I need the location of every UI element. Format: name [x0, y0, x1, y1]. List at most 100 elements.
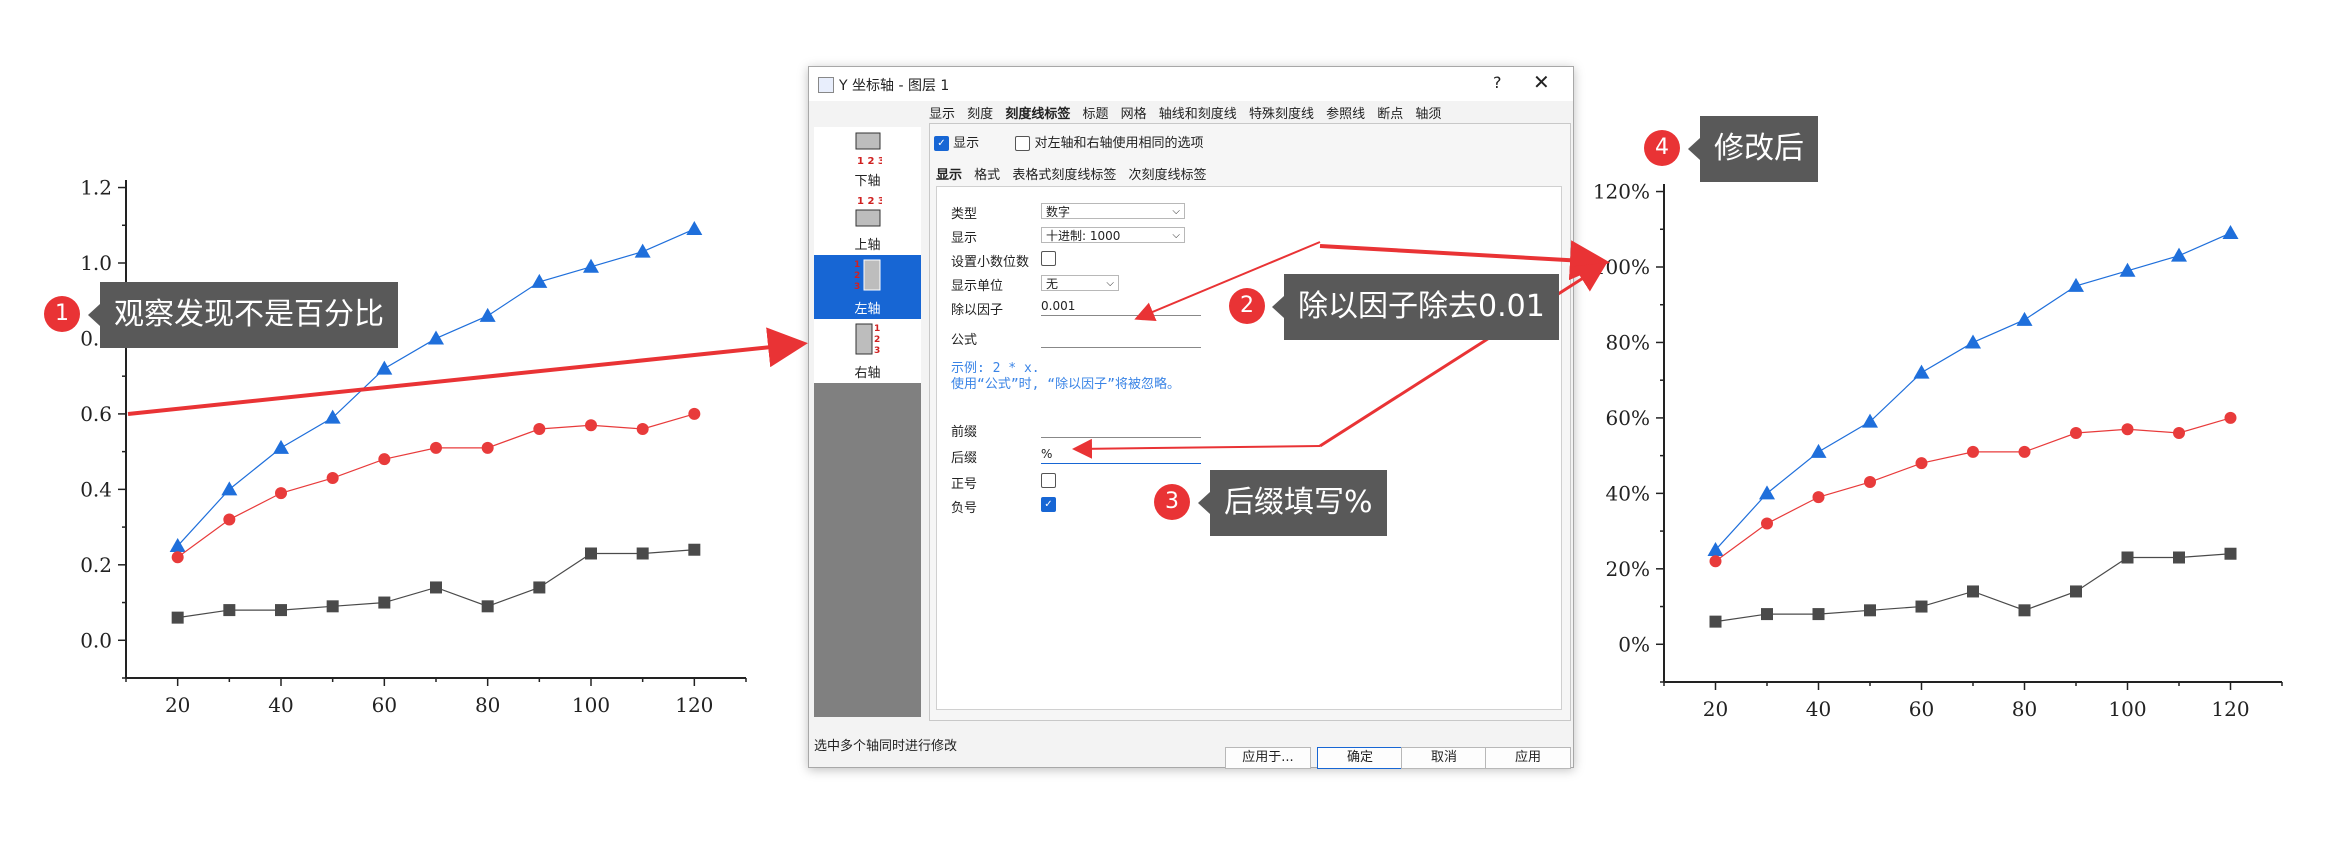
tab-scale[interactable]: 刻度 — [967, 107, 993, 122]
data-point-triangle — [1965, 334, 1981, 349]
bottom-axis-icon: 1 2 3 — [855, 132, 882, 166]
subtab-display[interactable]: 显示 — [936, 168, 962, 183]
y-tick-label: 60% — [1606, 406, 1650, 430]
apply-button[interactable]: 应用 — [1485, 747, 1571, 769]
subtab-minor-labels[interactable]: 次刻度线标签 — [1128, 168, 1206, 183]
type-select[interactable]: 数字 ⌵ — [1041, 203, 1185, 219]
svg-text:2: 2 — [854, 271, 860, 281]
show-checkbox[interactable]: ✓ — [934, 136, 949, 151]
tab-rug[interactable]: 轴须 — [1415, 107, 1441, 122]
side-item-right-axis[interactable]: 1 2 3 右轴 — [814, 319, 921, 383]
display-select-value: 十进制: 1000 — [1046, 229, 1121, 243]
data-point-triangle — [2016, 311, 2033, 326]
display-select[interactable]: 十进制: 1000 ⌵ — [1041, 227, 1185, 243]
annotation-callout-1: 观察发现不是百分比 — [88, 282, 398, 348]
suffix-input[interactable]: % — [1041, 445, 1201, 464]
y-tick-label: 40% — [1606, 481, 1650, 505]
show-label: 显示 — [953, 136, 980, 151]
data-point-square — [2070, 585, 2082, 598]
prefix-label: 前缀 — [951, 425, 978, 440]
tab-display[interactable]: 显示 — [929, 107, 955, 122]
app-icon — [818, 77, 834, 93]
minus-sign-checkbox[interactable]: ✓ — [1041, 497, 1056, 512]
data-point-circle — [2224, 411, 2237, 424]
series-line — [1715, 417, 2231, 562]
side-item-top-axis[interactable]: 1 2 3 上轴 — [814, 191, 921, 255]
tab-grid[interactable]: 网格 — [1121, 107, 1147, 122]
dialog-titlebar: Y 坐标轴 - 图层 1 ? ✕ — [809, 67, 1573, 101]
y-tick-label: 20% — [1606, 557, 1650, 581]
data-point-square — [1915, 600, 1928, 613]
formula-input[interactable] — [1041, 329, 1201, 348]
formula-label: 公式 — [951, 333, 978, 348]
y-tick-label: 80% — [1606, 330, 1650, 354]
side-item-label: 右轴 — [854, 366, 881, 381]
unit-select-value: 无 — [1046, 277, 1059, 291]
data-point-triangle — [2068, 277, 2084, 292]
show-row: ✓ 显示 对左轴和右轴使用相同的选项 — [934, 132, 1203, 151]
type-label: 类型 — [951, 207, 978, 222]
side-item-left-axis[interactable]: 1 2 3 左轴 — [814, 255, 921, 319]
subtab-table-labels[interactable]: 表格式刻度线标签 — [1012, 168, 1116, 183]
x-tick-label: 120 — [2211, 697, 2249, 721]
data-point-circle — [1812, 491, 1825, 504]
display-label: 显示 — [951, 231, 978, 246]
type-select-value: 数字 — [1046, 205, 1071, 219]
tab-special-ticks[interactable]: 特殊刻度线 — [1249, 107, 1314, 122]
hint-line-1: 示例: 2 * x. — [951, 361, 1040, 376]
annotation-badge-4: 4 — [1644, 130, 1680, 166]
annotation-callout-2: 除以因子除去0.01 — [1272, 274, 1559, 340]
data-point-square — [2224, 547, 2237, 560]
plus-sign-checkbox[interactable] — [1041, 473, 1056, 488]
cancel-button[interactable]: 取消 — [1401, 747, 1487, 769]
apply-to-button[interactable]: 应用于... — [1225, 747, 1311, 769]
minus-sign-label: 负号 — [951, 501, 978, 516]
data-point-circle — [2070, 427, 2082, 439]
x-tick-label: 60 — [1909, 697, 1934, 721]
left-axis-icon: 1 2 3 — [854, 259, 880, 292]
x-tick-label: 40 — [1806, 697, 1831, 721]
svg-text:3: 3 — [874, 346, 880, 356]
subtab-format[interactable]: 格式 — [974, 168, 1000, 183]
y-tick-label: 100% — [1593, 255, 1650, 279]
top-axis-icon: 1 2 3 — [855, 196, 882, 227]
y-axis-dialog: Y 坐标轴 - 图层 1 ? ✕ 1 2 3 下轴 1 2 3 上轴 1 2 3 — [808, 66, 1574, 769]
formula-hint: 示例: 2 * x. 使用“公式”时, “除以因子”将被忽略。 — [951, 361, 1180, 393]
data-point-square — [1864, 604, 1876, 617]
data-point-square — [1761, 608, 1773, 621]
divide-factor-input[interactable]: 0.001 — [1041, 297, 1201, 316]
data-point-circle — [1967, 445, 1979, 458]
ok-button[interactable]: 确定 — [1317, 747, 1403, 769]
tick-labels-panel: ✓ 显示 对左轴和右轴使用相同的选项 显示 格式 表格式刻度线标签 次刻度线标签… — [929, 123, 1571, 721]
tab-breaks[interactable]: 断点 — [1377, 107, 1403, 122]
hint-line-2: 使用“公式”时, “除以因子”将被忽略。 — [951, 377, 1180, 392]
data-point-square — [1812, 608, 1825, 621]
data-point-circle — [1709, 555, 1722, 568]
divide-factor-label: 除以因子 — [951, 303, 1004, 318]
help-button[interactable]: ? — [1493, 73, 1502, 92]
close-button[interactable]: ✕ — [1533, 70, 1550, 94]
tab-tick-labels[interactable]: 刻度线标签 — [1005, 107, 1070, 122]
x-tick-label: 20 — [1703, 697, 1728, 721]
data-point-circle — [2121, 423, 2134, 436]
dialog-title: Y 坐标轴 - 图层 1 — [839, 78, 950, 94]
same-options-checkbox[interactable] — [1015, 136, 1031, 151]
decimals-checkbox[interactable] — [1041, 251, 1056, 266]
x-tick-label: 80 — [2012, 697, 2037, 721]
unit-select[interactable]: 无 ⌵ — [1041, 275, 1119, 291]
tab-line-ticks[interactable]: 轴线和刻度线 — [1159, 107, 1237, 122]
status-text: 选中多个轴同时进行修改 — [814, 739, 958, 754]
axis-selector: 1 2 3 下轴 1 2 3 上轴 1 2 3 左轴 1 2 3 右轴 — [814, 127, 921, 717]
chevron-down-icon: ⌵ — [1172, 206, 1180, 217]
tab-title[interactable]: 标题 — [1082, 107, 1108, 122]
data-point-triangle — [2171, 247, 2187, 262]
tab-reference-lines[interactable]: 参照线 — [1326, 107, 1365, 122]
plus-sign-label: 正号 — [951, 477, 978, 492]
chevron-down-icon: ⌵ — [1106, 278, 1114, 289]
side-item-bottom-axis[interactable]: 1 2 3 下轴 — [814, 127, 921, 191]
svg-text:3: 3 — [854, 282, 860, 292]
prefix-input[interactable] — [1041, 419, 1201, 438]
data-point-circle — [2018, 445, 2031, 458]
data-point-triangle — [1759, 485, 1775, 500]
data-point-square — [2173, 551, 2185, 564]
